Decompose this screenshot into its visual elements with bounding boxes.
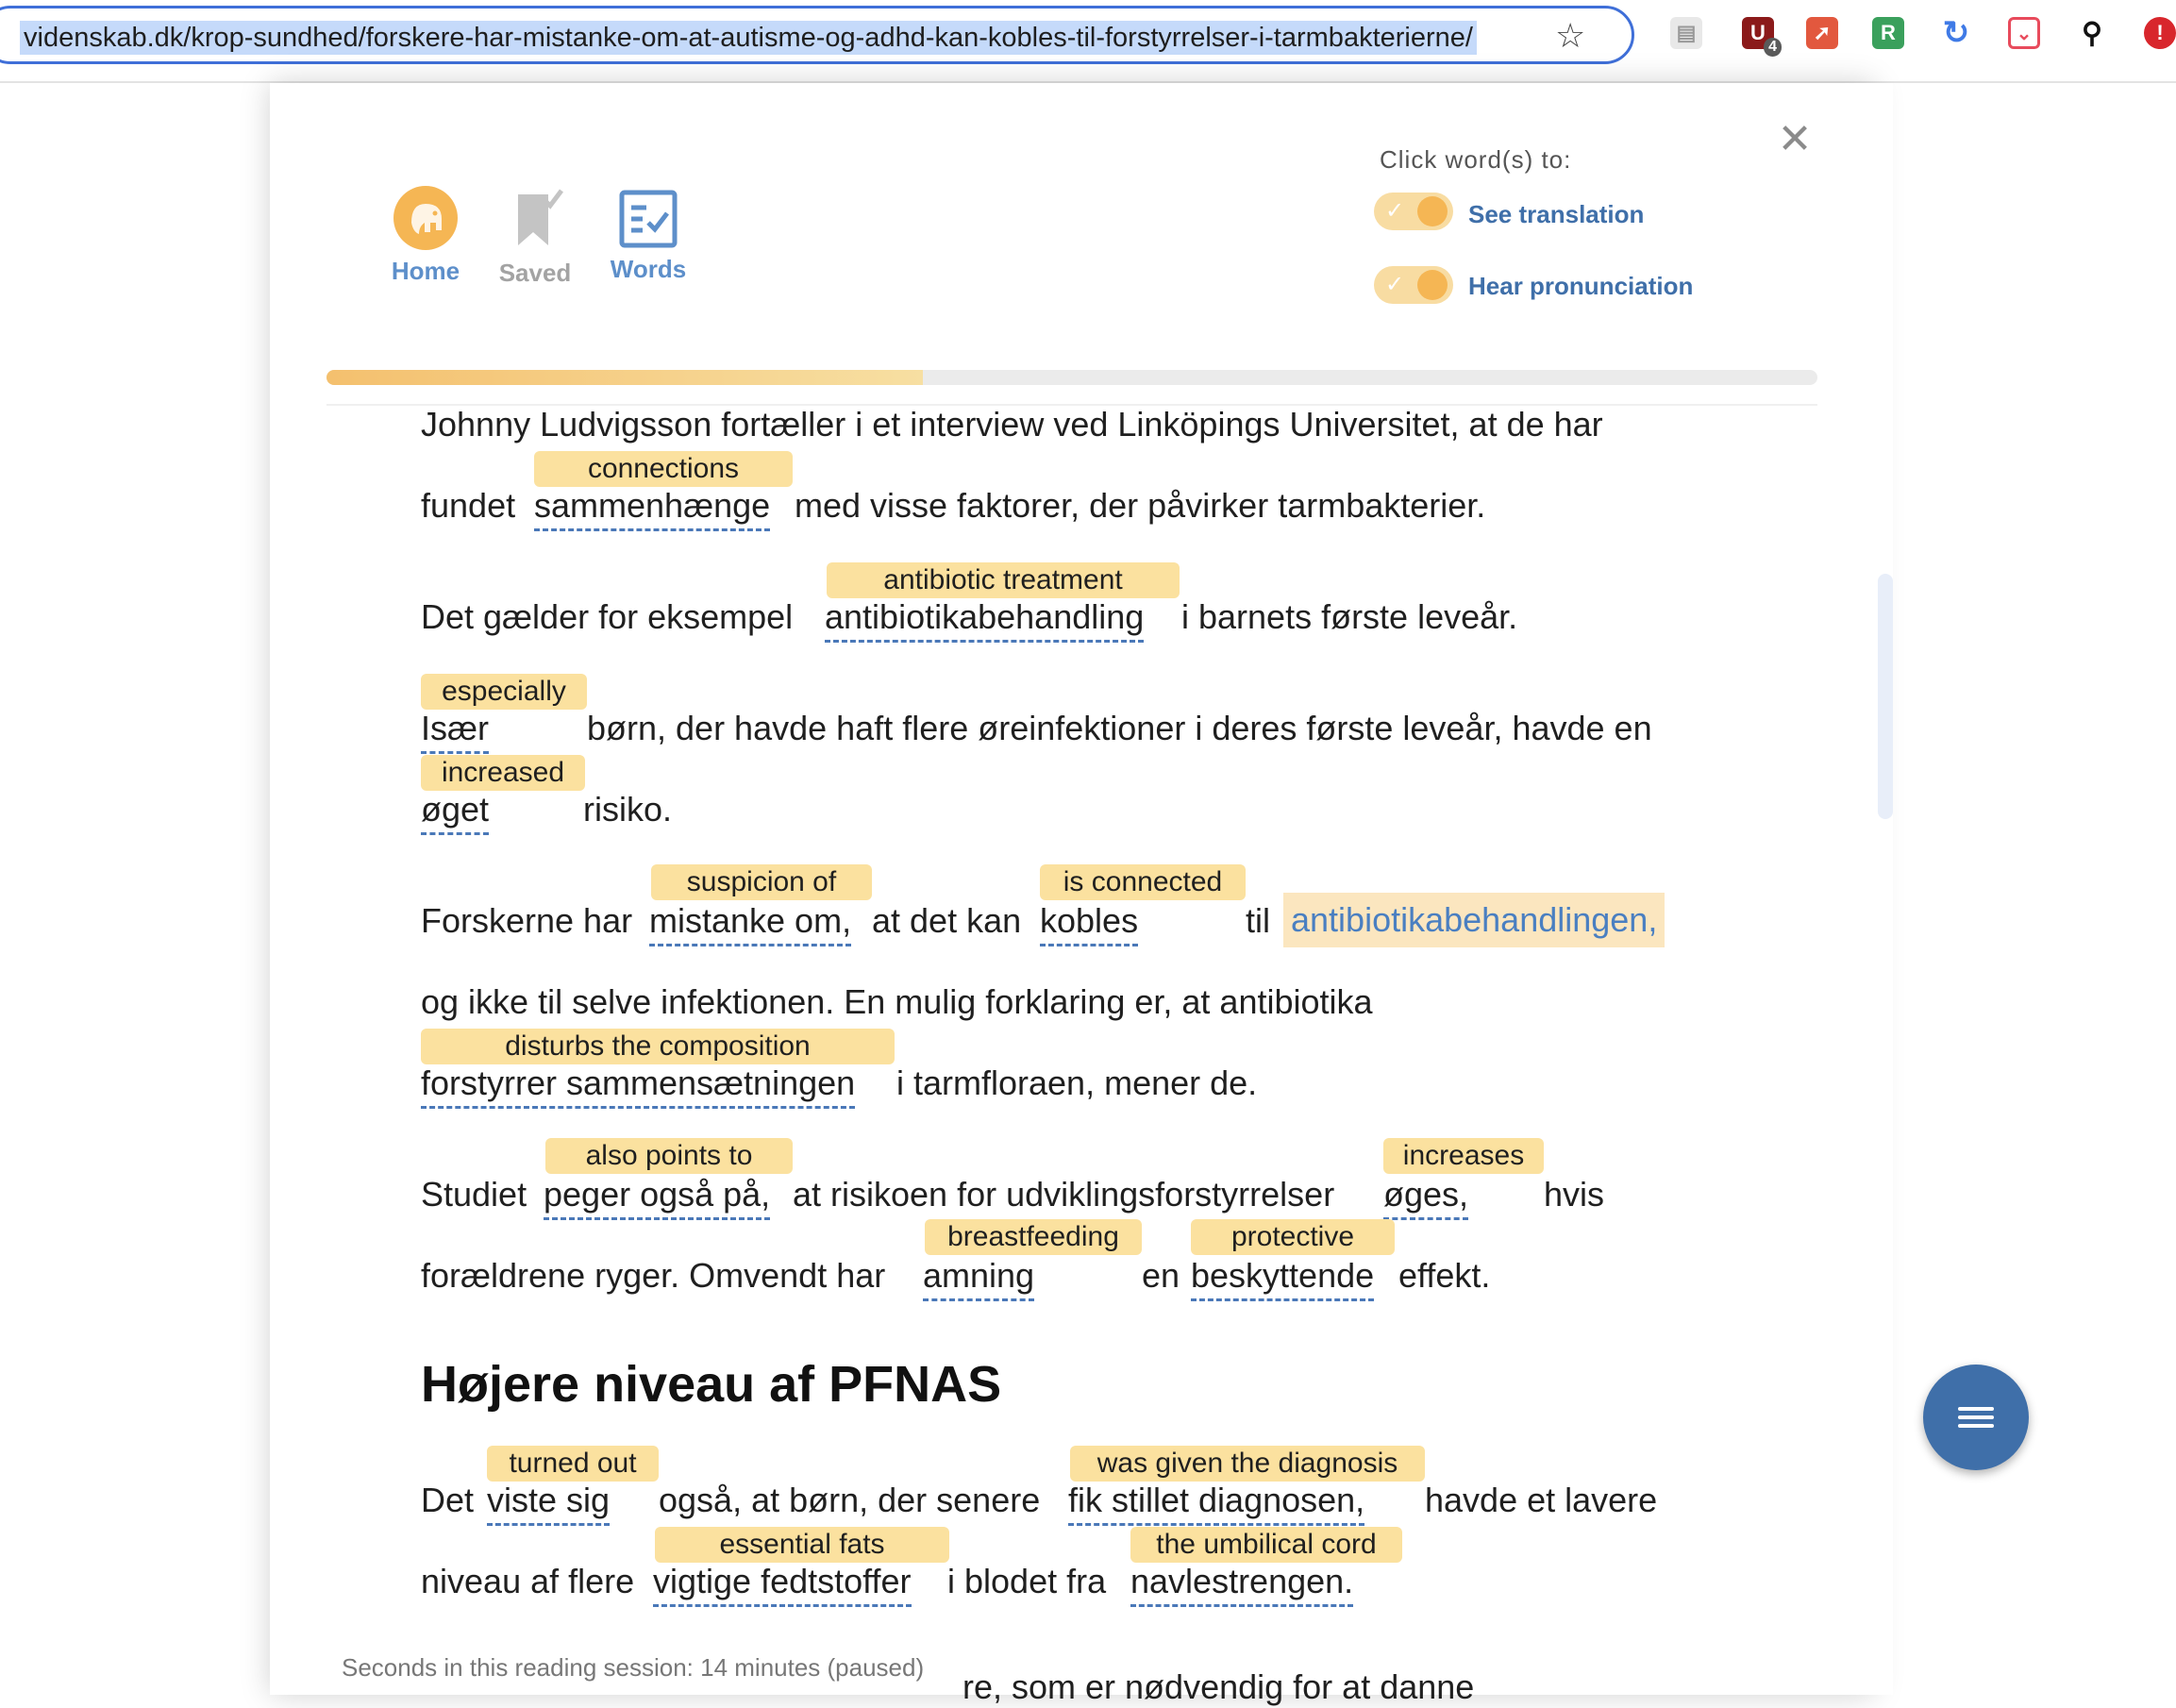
extension-red-icon[interactable]: ! bbox=[2144, 17, 2176, 49]
translation-popup[interactable]: suspicion of bbox=[651, 864, 872, 900]
text-line[interactable]: og ikke til selve infektionen. En mulig … bbox=[421, 981, 1373, 1023]
translation-popup[interactable]: also points to bbox=[545, 1138, 793, 1174]
translation-popup[interactable]: was given the diagnosis bbox=[1070, 1446, 1425, 1482]
text-fragment[interactable]: hvis bbox=[1544, 1174, 1604, 1215]
check-icon: ✓ bbox=[1385, 272, 1405, 297]
text-fragment[interactable]: Det bbox=[421, 1480, 474, 1521]
text-fragment[interactable]: niveau af flere bbox=[421, 1561, 634, 1602]
text-fragment[interactable]: havde et lavere bbox=[1425, 1480, 1657, 1521]
text-line[interactable]: Johnny Ludvigsson fortæller i et intervi… bbox=[421, 404, 1603, 445]
translated-word[interactable]: øget bbox=[421, 789, 490, 835]
translation-popup[interactable]: antibiotic treatment bbox=[827, 562, 1180, 598]
translated-word[interactable]: vigtige fedtstoffer bbox=[653, 1561, 912, 1607]
translation-popup[interactable]: increased bbox=[421, 755, 585, 791]
text-fragment[interactable]: Forskerne har bbox=[421, 900, 632, 942]
scrollbar-thumb[interactable] bbox=[1878, 574, 1893, 819]
text-fragment[interactable]: Studiet bbox=[421, 1174, 527, 1215]
settings-heading: Click word(s) to: bbox=[1380, 145, 1572, 174]
pronunciation-toggle[interactable]: ✓ bbox=[1374, 266, 1453, 304]
text-fragment[interactable]: også, at børn, der senere bbox=[659, 1480, 1040, 1521]
ublock-icon[interactable]: U4 bbox=[1742, 17, 1782, 57]
translated-word[interactable]: øges, bbox=[1383, 1174, 1469, 1220]
rocket-icon[interactable]: ➚ bbox=[1806, 17, 1838, 49]
text-fragment[interactable]: at det kan bbox=[872, 900, 1021, 942]
nav-home-label: Home bbox=[391, 257, 460, 285]
translation-popup[interactable]: essential fats bbox=[655, 1527, 949, 1563]
text-fragment[interactable]: re, som er nødvendig for at danne bbox=[962, 1666, 1474, 1708]
text-fragment[interactable]: Det gælder for eksempel bbox=[421, 596, 793, 638]
pin-icon[interactable]: ⚲ bbox=[2076, 17, 2108, 49]
pocket-icon[interactable]: ⌄ bbox=[2008, 17, 2040, 49]
text-fragment[interactable]: i tarmfloraen, mener de. bbox=[896, 1063, 1257, 1104]
translation-popup[interactable]: increases bbox=[1383, 1138, 1544, 1174]
translated-word[interactable]: amning bbox=[923, 1255, 1035, 1301]
selected-word[interactable]: antibiotikabehandlingen, bbox=[1283, 893, 1665, 947]
translated-word[interactable]: Især bbox=[421, 708, 489, 754]
scrollbar[interactable] bbox=[1874, 83, 1893, 1695]
reading-progress-bar bbox=[326, 370, 1817, 385]
text-fragment[interactable]: børn, der havde haft flere øreinfektione… bbox=[587, 708, 1652, 749]
section-heading: Højere niveau af PFNAS bbox=[421, 1356, 1002, 1413]
nav-saved[interactable]: Saved bbox=[491, 187, 579, 288]
translation-popup[interactable]: protective bbox=[1191, 1219, 1395, 1255]
bookmark-star-icon[interactable]: ☆ bbox=[1555, 17, 1585, 55]
text-fragment[interactable]: forældrene ryger. Omvendt har bbox=[421, 1255, 885, 1297]
text-fragment[interactable]: med visse faktorer, der påvirker tarmbak… bbox=[795, 485, 1485, 527]
text-fragment[interactable]: risiko. bbox=[583, 789, 672, 830]
translated-word[interactable]: mistanke om, bbox=[649, 900, 852, 946]
text-fragment[interactable]: at risikoen for udviklingsforstyrrelser bbox=[793, 1174, 1334, 1215]
refresh-icon[interactable]: ↻ bbox=[1940, 15, 1972, 51]
url-text[interactable]: videnskab.dk/krop-sundhed/forskere-har-m… bbox=[20, 21, 1477, 55]
translated-word[interactable]: peger også på, bbox=[544, 1174, 771, 1220]
address-bar[interactable]: videnskab.dk/krop-sundhed/forskere-har-m… bbox=[0, 6, 1634, 64]
text-fragment[interactable]: i barnets første leveår. bbox=[1181, 596, 1517, 638]
translated-word[interactable]: kobles bbox=[1040, 900, 1139, 946]
translation-popup[interactable]: turned out bbox=[487, 1446, 659, 1482]
text-fragment[interactable]: til bbox=[1246, 900, 1270, 942]
translation-popup[interactable]: is connected bbox=[1040, 864, 1246, 900]
session-timer: Seconds in this reading session: 14 minu… bbox=[342, 1653, 925, 1683]
translated-word[interactable]: viste sig bbox=[487, 1480, 611, 1526]
translated-word[interactable]: forstyrrer sammensætningen bbox=[421, 1063, 856, 1109]
menu-button[interactable] bbox=[1923, 1365, 2029, 1470]
nav-home[interactable]: Home bbox=[387, 185, 464, 286]
text-fragment[interactable]: effekt. bbox=[1398, 1255, 1490, 1297]
translated-word[interactable]: sammenhænge bbox=[534, 485, 771, 531]
reading-progress-fill bbox=[326, 370, 923, 385]
translation-popup[interactable]: the umbilical cord bbox=[1130, 1527, 1402, 1563]
translation-popup[interactable]: disturbs the composition bbox=[421, 1029, 895, 1064]
ublock-badge: 4 bbox=[1764, 38, 1782, 57]
check-icon: ✓ bbox=[1385, 198, 1405, 224]
close-icon[interactable]: ✕ bbox=[1776, 119, 1814, 160]
translation-popup[interactable]: connections bbox=[534, 451, 793, 487]
pronunciation-toggle-label[interactable]: Hear pronunciation bbox=[1468, 272, 1693, 301]
translation-toggle[interactable]: ✓ bbox=[1374, 193, 1453, 230]
toggle-knob bbox=[1417, 196, 1448, 226]
printer-icon[interactable]: ▤ bbox=[1670, 17, 1702, 49]
translation-toggle-label[interactable]: See translation bbox=[1468, 200, 1644, 229]
translated-word[interactable]: fik stillet diagnosen, bbox=[1068, 1480, 1365, 1526]
elephant-icon bbox=[393, 186, 458, 250]
nav-words[interactable]: Words bbox=[606, 189, 691, 284]
translation-popup[interactable]: breastfeeding bbox=[925, 1219, 1142, 1255]
translated-word[interactable]: navlestrengen. bbox=[1130, 1561, 1354, 1607]
toggle-knob bbox=[1417, 270, 1448, 300]
translated-word[interactable]: antibiotikabehandling bbox=[825, 596, 1145, 643]
text-fragment[interactable]: en bbox=[1142, 1255, 1180, 1297]
nav-words-label: Words bbox=[610, 255, 687, 283]
translation-popup[interactable]: especially bbox=[421, 674, 587, 710]
hamburger-icon bbox=[1958, 1402, 1994, 1432]
text-fragment[interactable]: fundet bbox=[421, 485, 515, 527]
translated-word[interactable]: beskyttende bbox=[1191, 1255, 1375, 1301]
r-icon[interactable]: R bbox=[1872, 17, 1904, 49]
checklist-icon bbox=[619, 190, 678, 248]
browser-toolbar: videnskab.dk/krop-sundhed/forskere-har-m… bbox=[0, 0, 2176, 83]
nav-saved-label: Saved bbox=[498, 259, 572, 287]
text-fragment[interactable]: i blodet fra bbox=[947, 1561, 1106, 1602]
bookmark-check-icon bbox=[518, 189, 563, 245]
